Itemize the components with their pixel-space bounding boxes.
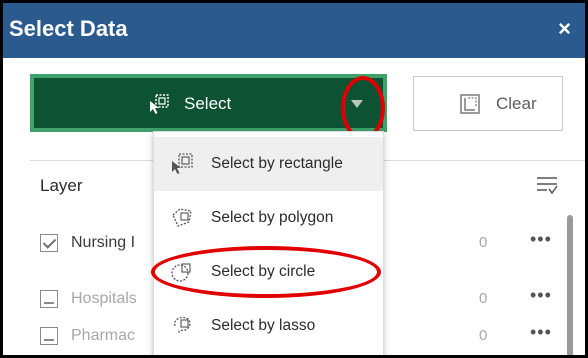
more-options-icon[interactable]: •••	[530, 285, 552, 306]
select-data-dialog: Select Data × Select Clear Layer Nursing…	[0, 0, 588, 358]
more-options-icon[interactable]: •••	[530, 229, 552, 250]
checkbox-bar	[44, 339, 54, 341]
select-circle-icon	[171, 263, 191, 282]
close-icon[interactable]: ×	[558, 16, 571, 42]
select-rectangle-icon	[150, 94, 169, 114]
menu-item-label: Select by polygon	[211, 209, 334, 226]
chevron-down-icon[interactable]	[351, 100, 363, 108]
clear-selection-icon	[460, 94, 480, 114]
menu-item-select-by-lasso[interactable]: Select by lasso	[154, 299, 383, 353]
menu-item-select-by-rectangle[interactable]: Select by rectangle	[154, 137, 383, 191]
menu-item-label: Select by circle	[211, 263, 316, 280]
select-mode-dropdown: Select by rectangle Select by polygon Se…	[153, 131, 384, 355]
layer-checkbox-checked[interactable]	[40, 234, 58, 252]
scrollbar[interactable]	[567, 215, 573, 355]
layer-name: Hospitals	[71, 290, 137, 307]
menu-item-select-by-polygon[interactable]: Select by polygon	[154, 191, 383, 245]
more-options-icon[interactable]: •••	[530, 322, 552, 343]
menu-item-label: Select by rectangle	[211, 155, 343, 172]
clear-button[interactable]: Clear	[413, 76, 563, 131]
checkbox-bar	[44, 302, 54, 304]
sort-filter-icon[interactable]	[535, 173, 559, 197]
dialog-titlebar: Select Data ×	[3, 3, 585, 58]
layer-name: Pharmac	[71, 327, 136, 344]
layer-checkbox[interactable]	[40, 290, 58, 308]
layer-selected-count: 0	[479, 290, 488, 307]
layer-selected-count: 0	[479, 234, 488, 251]
layer-checkbox[interactable]	[40, 327, 58, 345]
clear-button-label: Clear	[496, 94, 537, 113]
select-polygon-icon	[172, 208, 192, 227]
layer-column-header: Layer	[40, 176, 83, 195]
menu-item-label: Select by lasso	[211, 317, 316, 334]
dialog-title: Select Data	[9, 16, 128, 41]
layer-name: Nursing I	[71, 234, 136, 251]
menu-item-select-by-circle[interactable]: Select by circle	[154, 245, 383, 299]
select-lasso-icon	[174, 316, 191, 335]
select-rectangle-icon	[172, 153, 193, 174]
select-button[interactable]: Select	[30, 74, 387, 132]
layer-selected-count: 0	[479, 327, 488, 344]
select-button-label: Select	[184, 94, 232, 113]
